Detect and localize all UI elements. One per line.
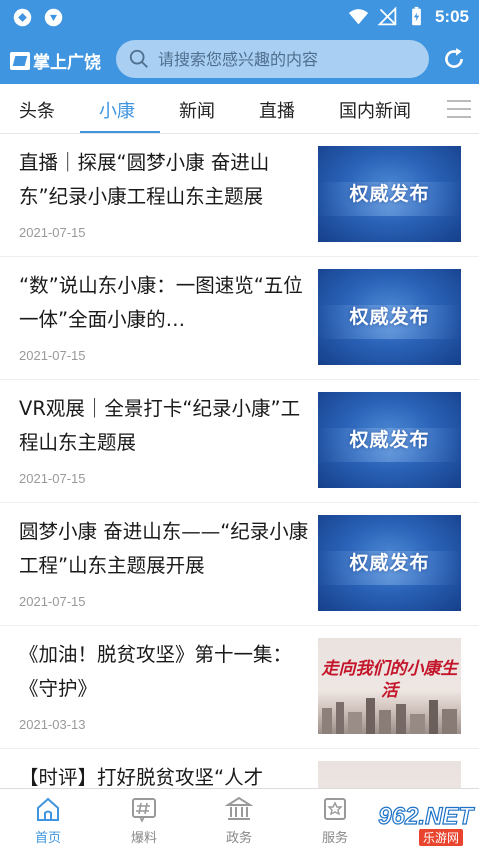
news-title: 圆梦小康 奋进山东——“纪录小康工程”山东主题展开展 — [19, 520, 309, 577]
news-item[interactable]: 直播｜探展“圆梦小康 奋进山东”纪录小康工程山东主题展 2021-07-15 权… — [0, 134, 479, 257]
news-thumbnail: 走向我们的小康生活 — [318, 638, 461, 734]
nav-home[interactable]: 首页 — [16, 795, 80, 846]
news-date: 2021-07-15 — [19, 225, 86, 240]
nav-home-label: 首页 — [34, 831, 61, 846]
news-title: VR观展｜全景打卡“纪录小康”工程山东主题展 — [19, 397, 301, 454]
app-notification-icon — [44, 8, 63, 27]
news-date: 2021-07-15 — [19, 594, 86, 609]
news-date: 2021-07-15 — [19, 348, 86, 363]
nav-report-label: 爆料 — [130, 831, 157, 846]
wifi-icon — [348, 9, 369, 25]
city-skyline-image — [322, 698, 457, 734]
news-item[interactable]: “数”说山东小康：一图速览“五位一体”全面小康的… 2021-07-15 权威发… — [0, 257, 479, 380]
news-title: 直播｜探展“圆梦小康 奋进山东”纪录小康工程山东主题展 — [19, 151, 270, 208]
app-notification-icon — [13, 8, 32, 27]
news-date: 2021-07-15 — [19, 471, 86, 486]
search-input[interactable] — [158, 49, 408, 69]
news-item[interactable]: 《加油！脱贫攻坚》第十一集：《守护》 2021-03-13 走向我们的小康生活 — [0, 626, 479, 749]
news-thumbnail: 权威发布 — [318, 146, 461, 242]
news-list: 直播｜探展“圆梦小康 奋进山东”纪录小康工程山东主题展 2021-07-15 权… — [0, 134, 479, 788]
government-building-icon — [225, 796, 253, 820]
news-title: “数”说山东小康：一图速览“五位一体”全面小康的… — [19, 274, 303, 331]
no-signal-icon — [377, 6, 397, 26]
watermark-subtext: 乐游网 — [418, 829, 463, 846]
app-logo: 掌上广饶 — [10, 48, 101, 73]
home-icon — [37, 797, 59, 821]
nav-report[interactable]: 爆料 — [112, 795, 176, 846]
news-thumbnail: 权威发布 — [318, 515, 461, 611]
news-date: 2021-03-13 — [19, 717, 86, 732]
active-tab-indicator — [80, 131, 160, 133]
search-bar[interactable] — [116, 40, 429, 78]
app-header: 掌上广饶 — [0, 34, 479, 84]
thumbnail-caption: 权威发布 — [349, 183, 430, 205]
search-icon — [129, 49, 148, 68]
news-thumbnail: 权威发布 — [318, 269, 461, 365]
news-item[interactable]: 圆梦小康 奋进山东——“纪录小康工程”山东主题展开展 2021-07-15 权威… — [0, 503, 479, 626]
news-title: 【时评】打好脱贫攻坚“人才 — [19, 766, 264, 788]
category-tabs: 头条 小康 新闻 直播 国内新闻 — [0, 84, 479, 134]
tab-headlines[interactable]: 头条 — [19, 97, 55, 123]
hashtag-icon — [132, 798, 156, 823]
logo-text: 掌上广饶 — [33, 53, 101, 73]
nav-government[interactable]: 政务 — [207, 795, 271, 846]
menu-icon[interactable] — [447, 98, 471, 120]
news-thumbnail — [318, 761, 461, 788]
battery-icon — [412, 6, 421, 26]
news-item[interactable]: VR观展｜全景打卡“纪录小康”工程山东主题展 2021-07-15 权威发布 — [0, 380, 479, 503]
tab-domestic-news[interactable]: 国内新闻 — [339, 97, 411, 123]
thumbnail-caption: 权威发布 — [349, 306, 430, 328]
status-time: 5:05 — [434, 6, 469, 26]
watermark-text: 962.NET — [378, 802, 474, 830]
nav-government-label: 政务 — [225, 831, 252, 846]
logo-mark-icon — [10, 51, 30, 70]
news-thumbnail: 权威发布 — [318, 392, 461, 488]
news-item[interactable]: 【时评】打好脱贫攻坚“人才 — [0, 749, 479, 788]
refresh-icon[interactable] — [441, 46, 467, 72]
tab-news[interactable]: 新闻 — [179, 97, 215, 123]
thumbnail-caption: 权威发布 — [349, 429, 430, 451]
site-watermark: 962.NET 乐游网 — [323, 802, 474, 847]
tab-xiaokang[interactable]: 小康 — [99, 97, 135, 123]
thumbnail-caption: 权威发布 — [349, 552, 430, 574]
news-title: 《加油！脱贫攻坚》第十一集：《守护》 — [19, 643, 293, 700]
tab-live[interactable]: 直播 — [259, 97, 295, 123]
status-bar: 5:05 — [0, 0, 479, 34]
